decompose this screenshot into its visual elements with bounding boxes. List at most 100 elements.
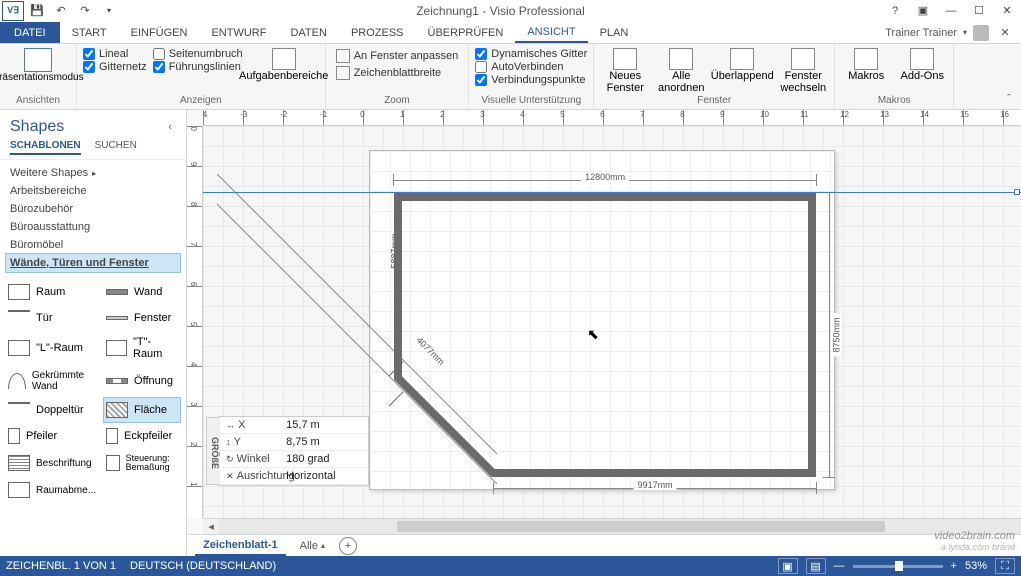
- shape-oeffnung[interactable]: Öffnung: [104, 366, 180, 396]
- aufgabenbereiche-button[interactable]: Aufgabenbereiche: [249, 46, 319, 82]
- makros-button[interactable]: Makros: [841, 46, 891, 82]
- cb-seitenumbruch[interactable]: Seitenumbruch: [153, 48, 243, 60]
- shape-lraum[interactable]: "L"-Raum: [6, 332, 98, 364]
- horizontal-scrollbar[interactable]: ◂ ▸: [203, 518, 1021, 534]
- ueberlappend-button[interactable]: Überlappend: [712, 46, 772, 82]
- collapse-ribbon-button[interactable]: ˆ: [1001, 93, 1017, 107]
- shape-doppeltuer[interactable]: Doppeltür: [6, 398, 98, 422]
- group-fenster-label: Fenster: [697, 95, 731, 109]
- switch-window-icon: [791, 48, 815, 70]
- cat-bueromoebel[interactable]: Büromöbel: [6, 236, 180, 254]
- zoom-level[interactable]: 53%: [965, 560, 987, 572]
- shapes-collapse-button[interactable]: ‹: [164, 121, 176, 133]
- app-icon[interactable]: V∃: [2, 1, 24, 21]
- shape-raum[interactable]: Raum: [6, 280, 98, 304]
- undo-button[interactable]: ↶: [50, 1, 72, 21]
- ribbon-display-options[interactable]: ▣: [909, 1, 937, 21]
- dimension-top: 12800mm: [393, 174, 817, 186]
- status-record-macro[interactable]: ▣: [778, 558, 798, 574]
- fit-to-window-button[interactable]: ⛶: [995, 558, 1015, 574]
- room-walls[interactable]: [393, 192, 817, 478]
- shape-traum[interactable]: "T"-Raum: [104, 332, 180, 364]
- ruler-horizontal[interactable]: -4-3-2-1 0123 4567 891011 12131415 16171…: [203, 110, 1021, 126]
- tab-ansicht[interactable]: ANSICHT: [515, 22, 587, 43]
- status-page[interactable]: ZEICHENBL. 1 VON 1: [6, 560, 116, 572]
- all-sheets-button[interactable]: Alle▴: [294, 538, 331, 554]
- cat-buerozubehoer[interactable]: Bürozubehör: [6, 200, 180, 218]
- maximize-button[interactable]: ☐: [965, 1, 993, 21]
- tab-schablonen[interactable]: SCHABLONEN: [10, 140, 81, 155]
- tab-start[interactable]: START: [60, 22, 119, 43]
- x-value[interactable]: 15,7 m: [280, 417, 368, 433]
- group-ansichten-label: Ansichten: [16, 95, 60, 109]
- tab-daten[interactable]: DATEN: [278, 22, 338, 43]
- shape-tuer[interactable]: Tür: [6, 306, 98, 330]
- shape-gekruemmte-wand[interactable]: Gekrümmte Wand: [6, 366, 98, 396]
- tab-ueberpruefen[interactable]: ÜBERPRÜFEN: [416, 22, 516, 43]
- cat-bueroausstattung[interactable]: Büroausstattung: [6, 218, 180, 236]
- shape-raumabme[interactable]: Raumabme...: [6, 478, 98, 502]
- user-name[interactable]: Trainer Trainer: [885, 27, 957, 39]
- an-fenster-anpassen-button[interactable]: An Fenster anpassen: [332, 48, 463, 64]
- tab-suchen[interactable]: SUCHEN: [95, 140, 137, 155]
- tab-prozess[interactable]: PROZESS: [339, 22, 416, 43]
- zeichenblattbreite-button[interactable]: Zeichenblattbreite: [332, 65, 463, 81]
- minimize-button[interactable]: —: [937, 1, 965, 21]
- angle-value[interactable]: 180 grad: [280, 451, 368, 467]
- redo-button[interactable]: ↷: [74, 1, 96, 21]
- cb-lineal[interactable]: Lineal: [83, 48, 147, 60]
- cat-arbeitsbereiche[interactable]: Arbeitsbereiche: [6, 182, 180, 200]
- cb-autoverbinden[interactable]: AutoVerbinden: [475, 61, 587, 73]
- tab-einfuegen[interactable]: EINFÜGEN: [119, 22, 200, 43]
- taskpane-icon: [272, 48, 296, 70]
- alle-anordnen-button[interactable]: Alle anordnen: [656, 46, 706, 94]
- tab-entwurf[interactable]: ENTWURF: [199, 22, 278, 43]
- group-anzeigen-label: Anzeigen: [180, 95, 222, 109]
- document-close-button[interactable]: ✕: [995, 26, 1015, 39]
- qat-customize[interactable]: ▾: [98, 1, 120, 21]
- drawing-canvas[interactable]: 12800mm 8750mm 4077mm 9917mm 5887mm ⬉ GR…: [203, 126, 1021, 518]
- add-sheet-button[interactable]: +: [339, 537, 357, 555]
- size-position-panel[interactable]: GRÖßE ↔X15,7 m ↕Y8,75 m ↻Winkel180 grad …: [219, 416, 369, 486]
- shapes-panel: Shapes ‹ SCHABLONEN SUCHEN Weitere Shape…: [0, 110, 187, 556]
- cb-verbindungspunkte[interactable]: Verbindungspunkte: [475, 74, 587, 86]
- help-button[interactable]: ?: [881, 1, 909, 21]
- cb-dynamisches-gitter[interactable]: Dynamisches Gitter: [475, 48, 587, 60]
- zoom-in-button[interactable]: +: [951, 560, 957, 572]
- shape-beschriftung[interactable]: Beschriftung: [6, 450, 98, 476]
- sheet-tab-1[interactable]: Zeichenblatt-1: [195, 536, 286, 556]
- cb-fuehrungslinien[interactable]: Führungslinien: [153, 61, 243, 73]
- shape-fenster[interactable]: Fenster: [104, 306, 180, 330]
- fit-window-icon: [336, 49, 350, 63]
- ruler-vertical[interactable]: 10987 6543 210: [187, 126, 203, 518]
- status-language[interactable]: DEUTSCH (DEUTSCHLAND): [130, 560, 276, 572]
- cat-weitere-shapes[interactable]: Weitere Shapes▸: [6, 164, 180, 182]
- orientation-value[interactable]: Horizontal: [280, 468, 368, 484]
- arrange-all-icon: [669, 48, 693, 70]
- shape-steuerung[interactable]: Steuerung: Bemaßung: [104, 450, 180, 476]
- shape-wand[interactable]: Wand: [104, 280, 180, 304]
- guide-handle[interactable]: [1014, 189, 1020, 195]
- cb-gitternetz[interactable]: Gitternetz: [83, 61, 147, 73]
- status-page-view[interactable]: ▤: [806, 558, 826, 574]
- horizontal-guide[interactable]: [203, 192, 1021, 193]
- shape-flaeche[interactable]: Fläche: [104, 398, 180, 422]
- cat-waende[interactable]: Wände, Türen und Fenster: [6, 254, 180, 272]
- praesentationsmodus-button[interactable]: Präsentationsmodus: [6, 46, 70, 83]
- tab-plan[interactable]: PLAN: [588, 22, 641, 43]
- shape-eckpfeiler[interactable]: Eckpfeiler: [104, 424, 180, 448]
- zoom-slider[interactable]: [853, 565, 943, 568]
- fenster-wechseln-button[interactable]: Fenster wechseln: [778, 46, 828, 94]
- shape-pfeiler[interactable]: Pfeiler: [6, 424, 98, 448]
- neues-fenster-button[interactable]: Neues Fenster: [600, 46, 650, 94]
- tab-file[interactable]: DATEI: [0, 22, 60, 43]
- close-button[interactable]: ✕: [993, 1, 1021, 21]
- user-avatar[interactable]: [973, 25, 989, 41]
- scroll-left-button[interactable]: ◂: [203, 519, 219, 534]
- y-value[interactable]: 8,75 m: [280, 434, 368, 450]
- zoom-out-button[interactable]: —: [834, 560, 845, 572]
- addons-button[interactable]: Add-Ons: [897, 46, 947, 82]
- dimension-right: 8750mm: [823, 192, 835, 478]
- scroll-thumb[interactable]: [397, 521, 885, 532]
- save-button[interactable]: 💾: [26, 1, 48, 21]
